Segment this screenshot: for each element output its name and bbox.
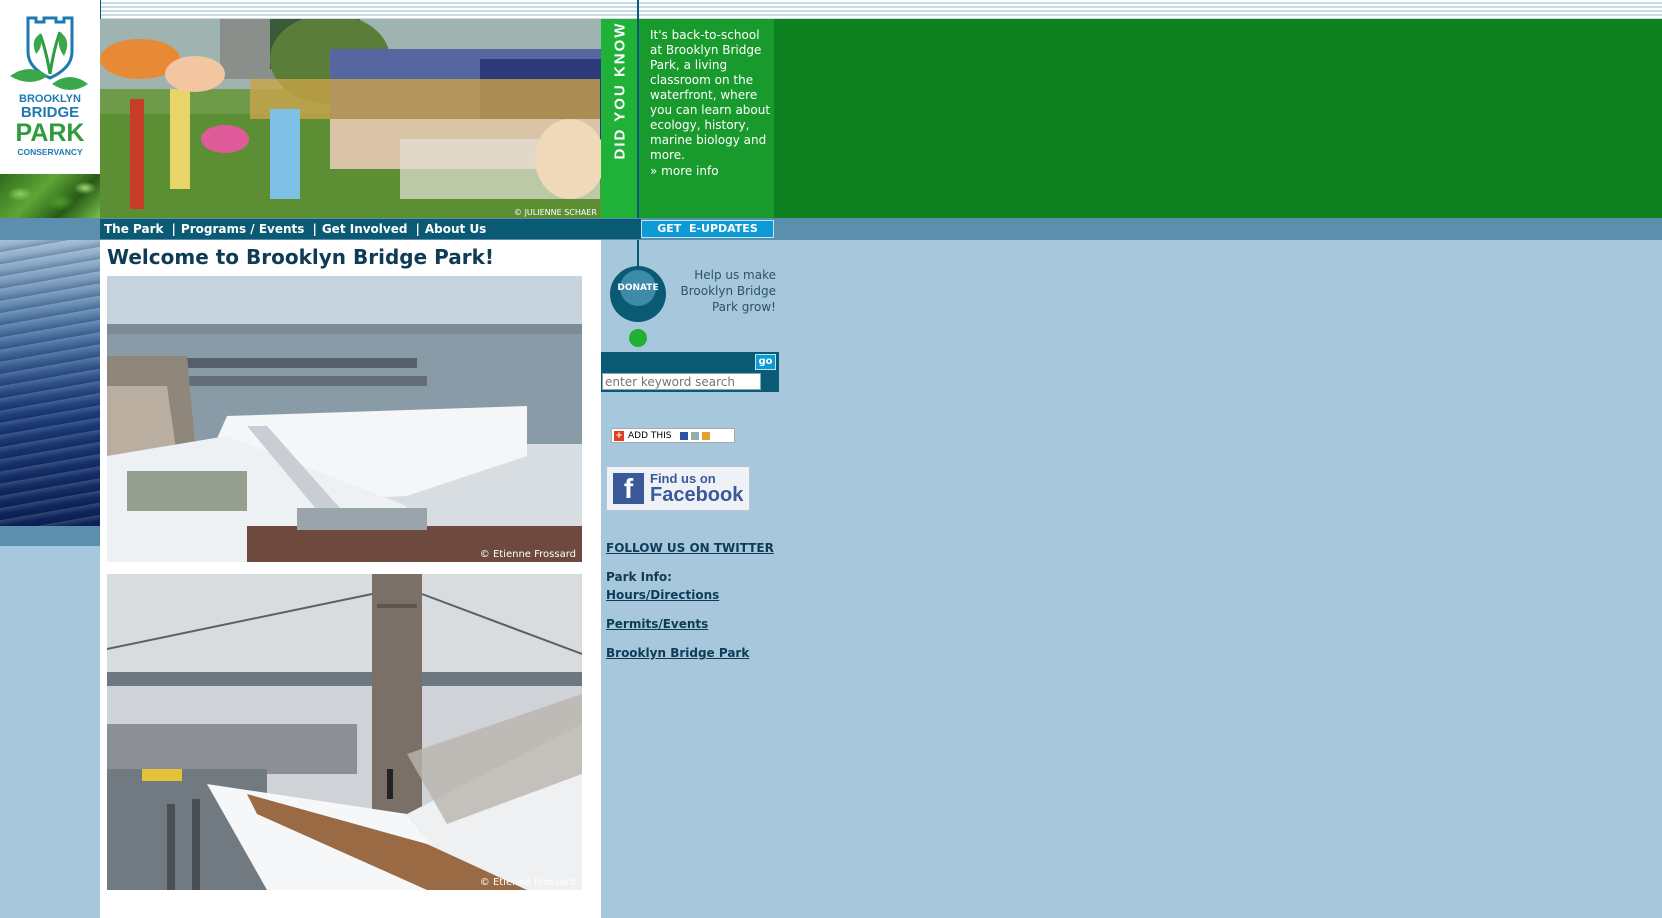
delicious-icon	[679, 431, 688, 440]
logo-line-4: CONSERVANCY	[17, 147, 83, 157]
page-title: Welcome to Brooklyn Bridge Park!	[107, 245, 495, 269]
addthis-button[interactable]: + ADD THIS	[611, 428, 735, 443]
permits-events-link[interactable]: Permits/Events	[606, 617, 708, 631]
green-banner	[774, 19, 1662, 218]
nav-item-get-involved[interactable]: Get Involved	[322, 222, 408, 236]
did-you-know-title: DID YOU KNOW	[601, 21, 639, 159]
did-you-know-text: It's back-to-school at Brooklyn Bridge P…	[650, 28, 771, 162]
addthis-label: ADD THIS	[628, 430, 672, 441]
logo-line-3: PARK	[16, 119, 85, 147]
twitter-link[interactable]: FOLLOW US ON TWITTER	[606, 541, 774, 555]
hero-photo-credit: © JULIENNE SCHAER	[514, 208, 597, 217]
bookmark-icon	[701, 431, 710, 440]
top-stripes	[100, 0, 1662, 20]
bridge-promenade-photo: © Etienne Frossard	[107, 574, 582, 890]
snowy-pier-photo: © Etienne Frossard	[107, 276, 582, 562]
addthis-plus-icon: +	[614, 430, 624, 441]
park-info-label: Park Info:	[606, 570, 672, 584]
nav-separator: |	[171, 222, 176, 236]
facebook-text: Find us on Facebook	[650, 472, 743, 505]
nav-item-about-us[interactable]: About Us	[425, 222, 486, 236]
hours-directions-link[interactable]: Hours/Directions	[606, 588, 719, 602]
nav-separator: |	[312, 222, 317, 236]
photo1-credit: © Etienne Frossard	[479, 549, 576, 560]
park-logo-icon: BROOKLYN BRIDGE PARK CONSERVANCY	[10, 16, 88, 157]
main-nav: The Park | Programs / Events | Get Invol…	[104, 219, 486, 239]
search-go-button[interactable]: go	[755, 354, 776, 370]
digg-icon	[690, 431, 699, 440]
foliage-image	[0, 174, 100, 218]
facebook-line2: Facebook	[650, 484, 744, 506]
donate-text: Help us make Brooklyn Bridge Park grow!	[680, 268, 776, 314]
nav-separator: |	[415, 222, 420, 236]
hero-photo: © JULIENNE SCHAER	[100, 19, 601, 218]
donate-label[interactable]: DONATE	[617, 270, 659, 306]
photo2-credit: © Etienne Frossard	[479, 877, 576, 888]
more-info-link[interactable]: » more info	[650, 164, 719, 178]
green-dot-icon	[629, 329, 647, 347]
facebook-icon: f	[613, 473, 644, 504]
water-bar	[0, 526, 100, 546]
search-input[interactable]	[602, 373, 761, 390]
nav-item-the-park[interactable]: The Park	[104, 222, 164, 236]
did-you-know-title-text: DID YOU KNOW	[611, 21, 629, 159]
get-eupdates-button[interactable]: GET E-UPDATES	[641, 220, 774, 238]
brooklyn-bridge-park-link[interactable]: Brooklyn Bridge Park	[606, 646, 749, 660]
logo[interactable]: BROOKLYN BRIDGE PARK CONSERVANCY	[0, 0, 101, 174]
nav-item-programs-events[interactable]: Programs / Events	[181, 222, 305, 236]
facebook-button[interactable]: f Find us on Facebook	[606, 466, 750, 511]
water-image	[0, 240, 100, 526]
